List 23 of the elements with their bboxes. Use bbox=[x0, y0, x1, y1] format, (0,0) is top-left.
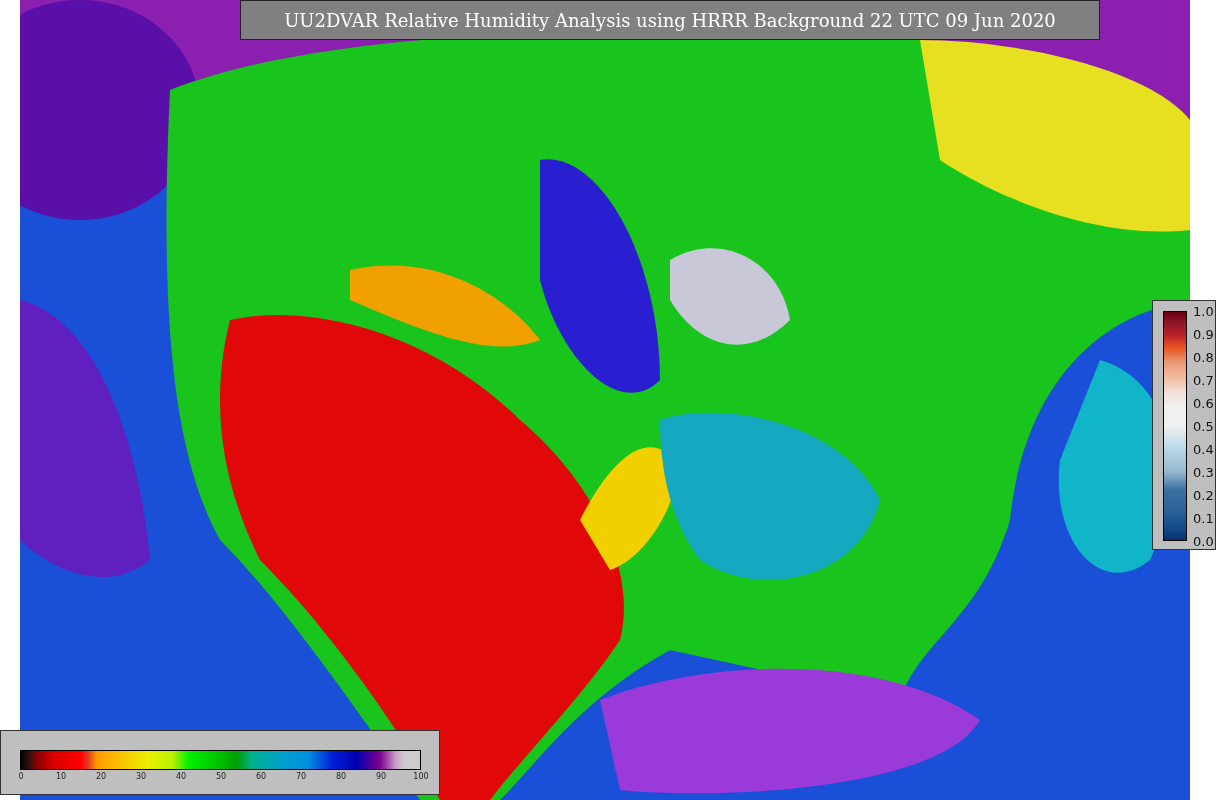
colorbar-tick-label: 0.9 bbox=[1193, 326, 1214, 342]
colorbar-tick-label: 0.5 bbox=[1193, 418, 1214, 434]
colorbar-tick-label: 50 bbox=[215, 772, 227, 781]
colorbar-tick-label: 0.4 bbox=[1193, 441, 1214, 457]
colorbar-tick-label: 10 bbox=[55, 772, 67, 781]
colorbar-tick-label: 20 bbox=[95, 772, 107, 781]
colorbar-tick-label: 100 bbox=[413, 772, 429, 781]
colorbar-tick-label: 0.1 bbox=[1193, 510, 1214, 526]
colorbar-tick-label: 0.3 bbox=[1193, 464, 1214, 480]
colorbar-tick-label: 0 bbox=[18, 772, 24, 781]
colorbar-tick-label: 90 bbox=[375, 772, 387, 781]
colorbar-tick-label: 0.2 bbox=[1193, 487, 1214, 503]
colorbar-tick-label: 1.0 bbox=[1193, 303, 1214, 319]
colorbar-tick-label: 0.0 bbox=[1193, 533, 1214, 549]
colorbar-tick-label: 70 bbox=[295, 772, 307, 781]
colorbar-tick-label: 30 bbox=[135, 772, 147, 781]
colorbar-tick-label: 0.8 bbox=[1193, 349, 1214, 365]
colorbar-tick-label: 0.7 bbox=[1193, 372, 1214, 388]
colorbar-tick-label: 0.6 bbox=[1193, 395, 1214, 411]
colorbar-tick-label: 40 bbox=[175, 772, 187, 781]
colorbar-tick-label: 80 bbox=[335, 772, 347, 781]
colorbar-tick-label: 60 bbox=[255, 772, 267, 781]
map-title: UU2DVAR Relative Humidity Analysis using HRRR Background 22 UTC 09 Jun 2020 bbox=[240, 0, 1100, 40]
